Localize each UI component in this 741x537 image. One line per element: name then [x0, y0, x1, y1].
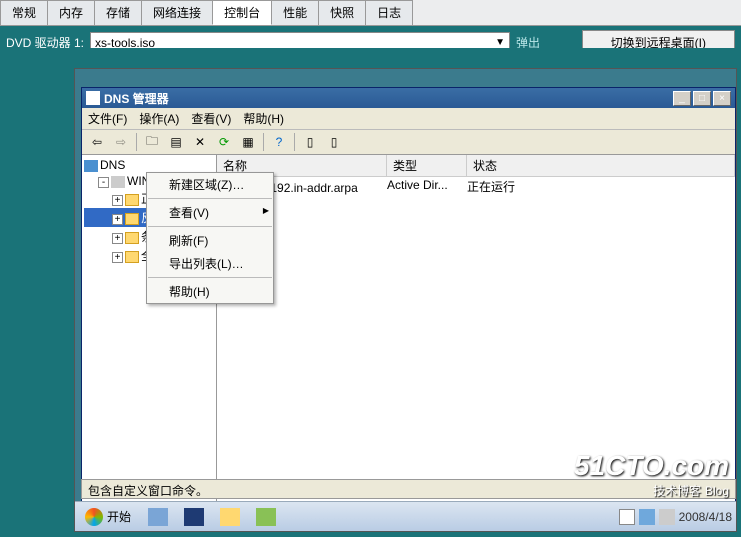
page2-icon: ▯	[331, 135, 338, 149]
minimize-button[interactable]: _	[673, 91, 691, 106]
folder-up-icon: 🗀	[146, 132, 158, 153]
menu-view[interactable]: 查看(V)	[191, 110, 231, 127]
taskbar: 开始 2008/4/18	[75, 501, 736, 531]
menu-separator	[148, 226, 272, 227]
expand-icon[interactable]: +	[112, 233, 123, 244]
col-type[interactable]: 类型	[387, 155, 467, 176]
flag-icon[interactable]	[619, 509, 635, 525]
list-pane[interactable]: 名称 类型 状态 16.16.192.in-addr.arpa Active D…	[217, 155, 735, 509]
back-button[interactable]: ⇦	[86, 132, 108, 152]
tray-clock[interactable]: 2008/4/18	[679, 511, 732, 523]
tab-memory[interactable]: 内存	[47, 0, 95, 25]
desktop-frame: DNS 管理器 _ □ × 文件(F) 操作(A) 查看(V) 帮助(H) ⇦ …	[74, 68, 737, 532]
tab-general[interactable]: 常规	[0, 0, 48, 25]
folder-icon	[125, 232, 139, 244]
toolbar: ⇦ ⇨ 🗀 ▤ ✕ ⟳ ▦ ? ▯ ▯	[82, 130, 735, 155]
dns-root-icon	[84, 160, 98, 172]
export-button[interactable]: ▦	[237, 132, 259, 152]
windows-orb-icon	[85, 508, 103, 526]
menu-separator	[148, 198, 272, 199]
volume-tray-icon[interactable]	[659, 509, 675, 525]
page-icon: ▯	[307, 135, 314, 149]
status-bar: 包含自定义窗口命令。	[81, 479, 736, 499]
show-hide-button[interactable]: ▤	[165, 132, 187, 152]
menu-file[interactable]: 文件(F)	[88, 110, 127, 127]
col-status[interactable]: 状态	[467, 155, 735, 176]
help-icon: ?	[276, 135, 283, 149]
outer-tab-bar: 常规 内存 存储 网络连接 控制台 性能 快照 日志	[0, 0, 741, 26]
help-button[interactable]: ?	[268, 132, 290, 152]
start-label: 开始	[107, 508, 131, 525]
menu-view-sub[interactable]: 查看(V)	[147, 201, 273, 224]
panel-icon: ▤	[170, 135, 181, 149]
expand-icon[interactable]: +	[112, 252, 123, 263]
folder-icon	[125, 251, 139, 263]
tab-console[interactable]: 控制台	[212, 0, 272, 25]
taskbar-explorer[interactable]	[215, 505, 245, 529]
taskbar-server-manager[interactable]	[143, 505, 173, 529]
export-icon: ▦	[242, 135, 253, 149]
window-titlebar[interactable]: DNS 管理器 _ □ ×	[82, 88, 735, 108]
taskbar-powershell[interactable]	[179, 505, 209, 529]
server-icon	[111, 176, 125, 188]
powershell-icon	[184, 508, 204, 526]
remote-desktop-area: DNS 管理器 _ □ × 文件(F) 操作(A) 查看(V) 帮助(H) ⇦ …	[0, 48, 741, 537]
folder-icon	[125, 194, 139, 206]
tab-snapshot[interactable]: 快照	[318, 0, 366, 25]
dns-app-icon	[86, 91, 100, 105]
back-arrow-icon: ⇦	[92, 135, 102, 149]
start-button[interactable]: 开始	[79, 506, 137, 528]
dns-taskbar-icon	[256, 508, 276, 526]
explorer-icon	[220, 508, 240, 526]
list-header: 名称 类型 状态	[217, 155, 735, 177]
delete-button[interactable]: ✕	[189, 132, 211, 152]
menu-refresh[interactable]: 刷新(F)	[147, 229, 273, 252]
menu-help[interactable]: 帮助(H)	[147, 280, 273, 303]
tool-a-button[interactable]: ▯	[299, 132, 321, 152]
tab-log[interactable]: 日志	[365, 0, 413, 25]
close-button[interactable]: ×	[713, 91, 731, 106]
forward-arrow-icon: ⇨	[116, 135, 126, 149]
menu-help[interactable]: 帮助(H)	[243, 110, 284, 127]
menu-action[interactable]: 操作(A)	[139, 110, 179, 127]
context-menu: 新建区域(Z)… 查看(V) 刷新(F) 导出列表(L)… 帮助(H)	[146, 172, 274, 304]
tab-storage[interactable]: 存储	[94, 0, 142, 25]
maximize-button[interactable]: □	[693, 91, 711, 106]
server-manager-icon	[148, 508, 168, 526]
menu-separator	[148, 277, 272, 278]
window-title: DNS 管理器	[104, 90, 673, 107]
tab-network[interactable]: 网络连接	[141, 0, 213, 25]
dns-manager-window: DNS 管理器 _ □ × 文件(F) 操作(A) 查看(V) 帮助(H) ⇦ …	[81, 87, 736, 507]
network-tray-icon[interactable]	[639, 509, 655, 525]
collapse-icon[interactable]: -	[98, 177, 109, 188]
taskbar-dns[interactable]	[251, 505, 281, 529]
list-row[interactable]: 16.16.192.in-addr.arpa Active Dir... 正在运…	[217, 177, 735, 196]
dropdown-arrow-icon: ▼	[495, 37, 505, 48]
delete-icon: ✕	[195, 135, 205, 149]
tool-b-button[interactable]: ▯	[323, 132, 345, 152]
up-button[interactable]: 🗀	[141, 132, 163, 152]
expand-icon[interactable]: +	[112, 195, 123, 206]
refresh-icon: ⟳	[219, 135, 229, 149]
expand-icon[interactable]: +	[112, 214, 123, 225]
menu-new-zone[interactable]: 新建区域(Z)…	[147, 173, 273, 196]
forward-button[interactable]: ⇨	[110, 132, 132, 152]
tab-performance[interactable]: 性能	[271, 0, 319, 25]
refresh-button[interactable]: ⟳	[213, 132, 235, 152]
tree-root[interactable]: DNS	[84, 157, 214, 173]
folder-icon	[125, 213, 139, 225]
menu-export-list[interactable]: 导出列表(L)…	[147, 252, 273, 275]
system-tray[interactable]: 2008/4/18	[619, 509, 732, 525]
menu-bar: 文件(F) 操作(A) 查看(V) 帮助(H)	[82, 108, 735, 130]
